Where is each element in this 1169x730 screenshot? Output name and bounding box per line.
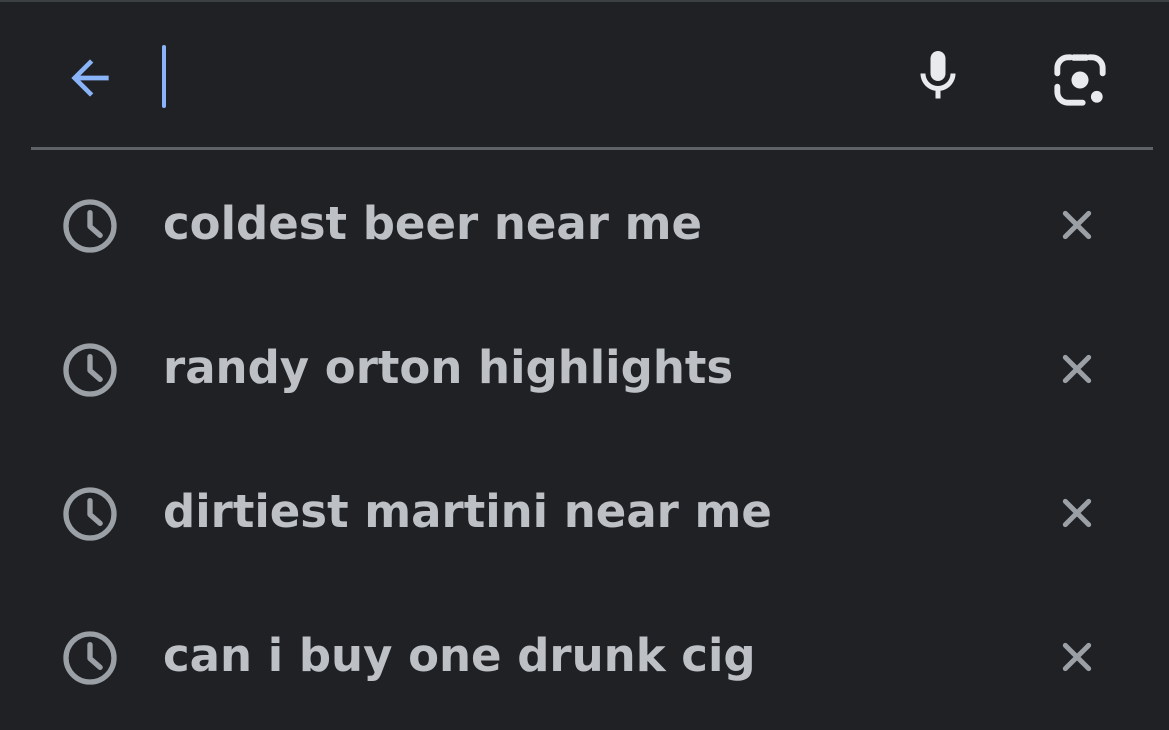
history-clock-icon: [63, 199, 117, 253]
recent-search-item[interactable]: can i buy one drunk cig: [0, 582, 1169, 726]
close-icon: [1062, 354, 1092, 384]
history-clock-icon: [63, 631, 117, 685]
close-icon: [1062, 210, 1092, 240]
recent-search-item[interactable]: coldest beer near me: [0, 150, 1169, 294]
recent-search-item[interactable]: dirtiest martini near me: [0, 438, 1169, 582]
search-bar: [0, 2, 1169, 150]
lens-search-button[interactable]: [1042, 42, 1118, 118]
recent-searches-list: coldest beer near me randy orton highlig…: [0, 150, 1169, 726]
recent-search-text: can i buy one drunk cig: [163, 629, 756, 682]
close-icon: [1062, 498, 1092, 528]
text-cursor: [162, 45, 166, 108]
voice-search-button[interactable]: [902, 40, 974, 112]
history-clock-icon: [63, 487, 117, 541]
close-icon: [1062, 642, 1092, 672]
lens-camera-icon: [1054, 54, 1106, 106]
remove-suggestion-button[interactable]: [1048, 340, 1106, 398]
back-button[interactable]: [58, 46, 122, 110]
remove-suggestion-button[interactable]: [1048, 196, 1106, 254]
search-screen: coldest beer near me randy orton highlig…: [0, 0, 1169, 730]
recent-search-text: dirtiest martini near me: [163, 485, 772, 538]
arrow-back-icon: [71, 59, 109, 97]
remove-suggestion-button[interactable]: [1048, 628, 1106, 686]
remove-suggestion-button[interactable]: [1048, 484, 1106, 542]
recent-search-item[interactable]: randy orton highlights: [0, 294, 1169, 438]
history-clock-icon: [63, 343, 117, 397]
mic-icon: [920, 51, 956, 99]
search-input[interactable]: [162, 42, 862, 114]
recent-search-text: randy orton highlights: [163, 341, 734, 394]
recent-search-text: coldest beer near me: [163, 197, 703, 250]
